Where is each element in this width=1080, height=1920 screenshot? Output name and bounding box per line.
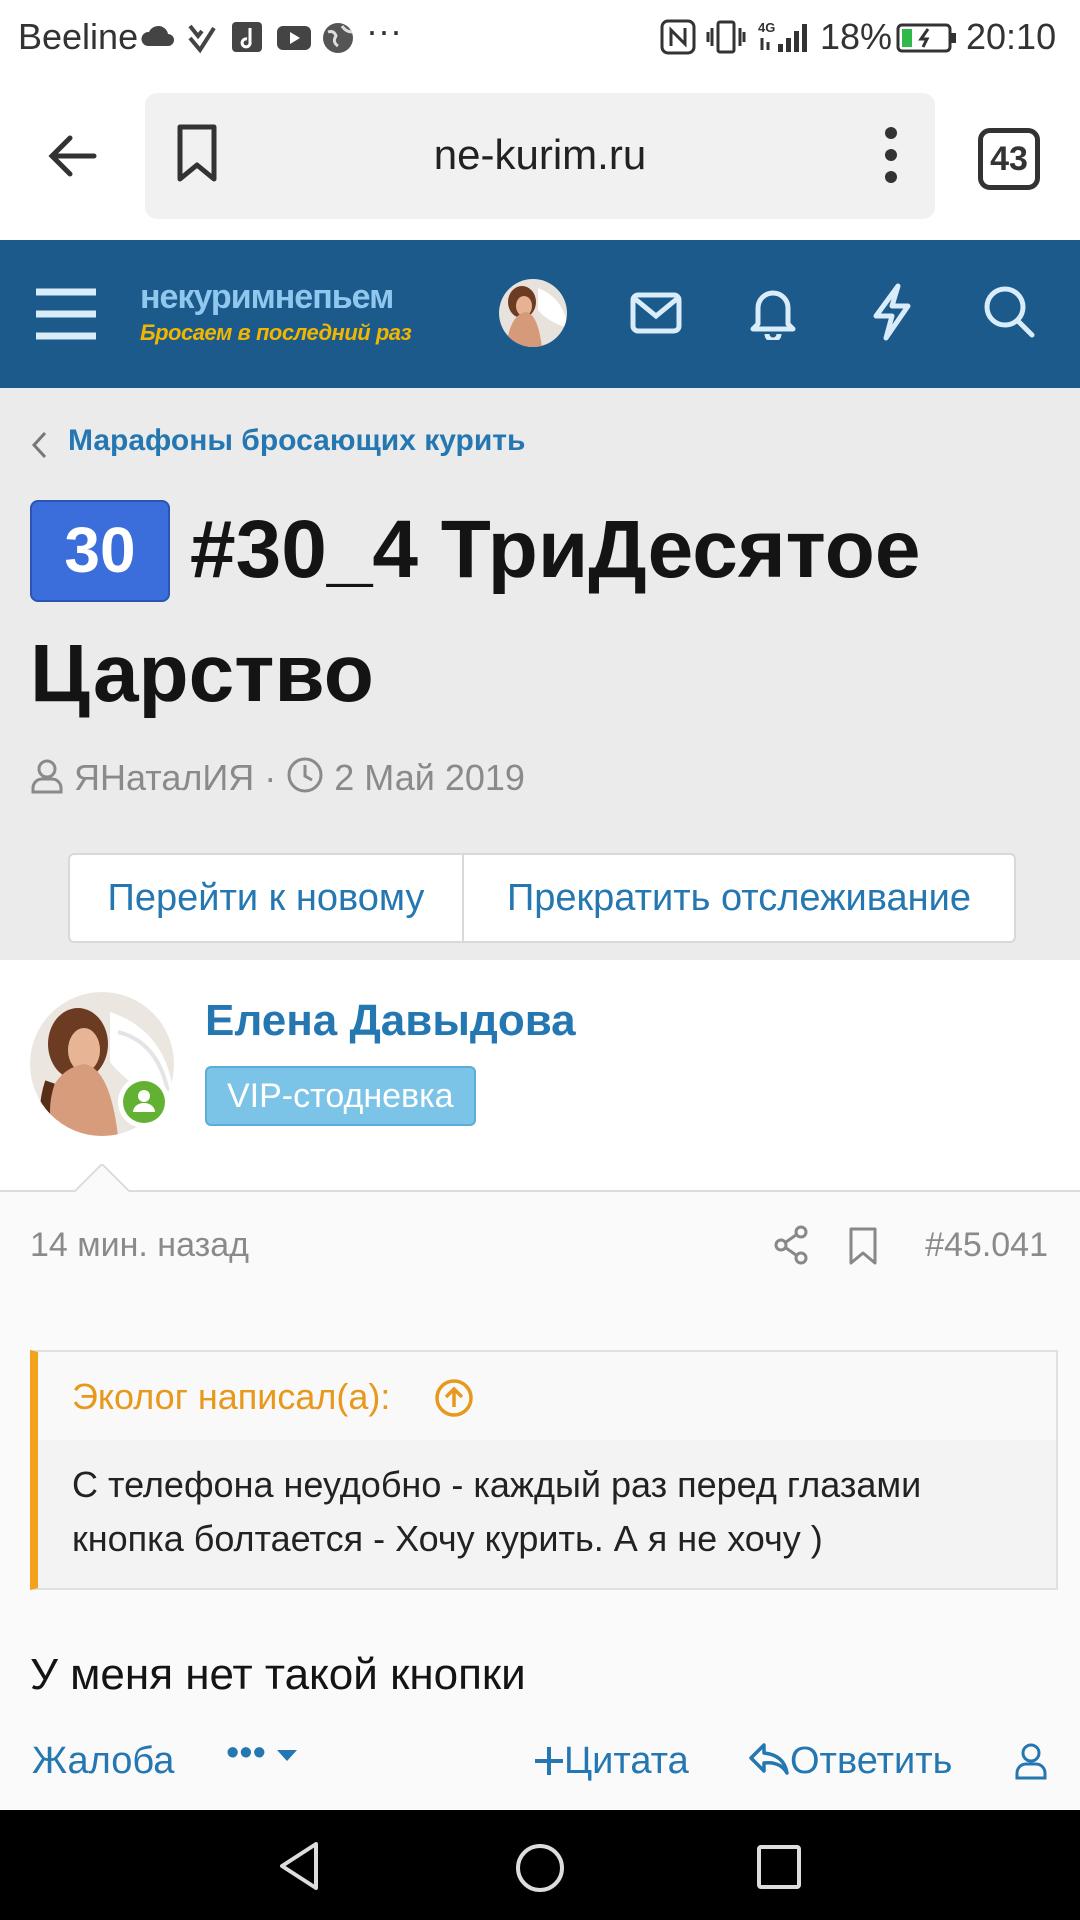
clock: 20:10 xyxy=(966,16,1057,57)
quote-text: С телефона неудобно - каждый раз перед г… xyxy=(72,1464,922,1559)
quote-author[interactable]: Эколог написал(а): xyxy=(72,1376,390,1418)
thread-prefix-badge[interactable]: 30 xyxy=(30,500,170,602)
report-link[interactable]: Жалоба xyxy=(32,1740,174,1783)
breadcrumb[interactable]: Марафоны бросающих курить xyxy=(68,424,525,458)
quote-button-label: Цитата xyxy=(564,1740,689,1782)
thread-header: Марафоны бросающих курить #30_4 ТриДесят… xyxy=(0,388,1080,960)
quote-header[interactable]: Эколог написал(а): xyxy=(38,1352,1056,1440)
menu-dots-icon[interactable] xyxy=(883,125,899,185)
go-to-new-button[interactable]: Перейти к новому xyxy=(70,855,464,941)
reply-button[interactable]: Ответить xyxy=(748,1740,952,1783)
post-body-text: У меня нет такой кнопки xyxy=(30,1650,526,1699)
post: Елена Давыдова VIP-стодневка 14 мин. наз… xyxy=(0,960,1080,1810)
nav-back-icon[interactable] xyxy=(276,1840,322,1892)
plus-icon xyxy=(535,1747,563,1775)
nav-recents-icon[interactable] xyxy=(756,1844,802,1890)
post-number[interactable]: #45.041 xyxy=(925,1226,1048,1265)
caret-down-icon xyxy=(277,1750,298,1761)
quote-button[interactable]: Цитата xyxy=(534,1740,689,1783)
search-icon[interactable] xyxy=(982,284,1036,340)
user-title-badge: VIP-стодневка xyxy=(205,1066,476,1126)
battery-percent: 18% xyxy=(820,16,893,57)
hamburger-menu-icon[interactable] xyxy=(34,286,98,342)
post-timestamp[interactable]: 14 мин. назад xyxy=(30,1226,249,1265)
cloud-icon xyxy=(141,25,174,46)
inbox-icon[interactable] xyxy=(630,292,682,334)
site-slogan: Бросаем в последний раз xyxy=(140,320,412,345)
meta-separator: · xyxy=(264,757,277,798)
thread-meta: ЯНаталИЯ · 2 Май 2019 xyxy=(30,756,525,799)
more-actions-button[interactable]: ••• xyxy=(226,1732,298,1775)
thread-date: 2 Май 2019 xyxy=(334,757,525,798)
svg-text:4G: 4G xyxy=(758,20,775,35)
more-notifications-icon: ··· xyxy=(366,10,402,51)
avatar[interactable] xyxy=(498,278,568,348)
reply-arrow-icon xyxy=(749,1743,789,1775)
user-block-arrow xyxy=(74,1164,130,1192)
youtube-icon xyxy=(277,26,311,50)
quote-block: Эколог написал(а): С телефона неудобно -… xyxy=(30,1350,1058,1590)
lightning-icon[interactable] xyxy=(870,282,914,342)
system-navigation-bar xyxy=(0,1810,1080,1920)
nfc-icon xyxy=(660,19,696,55)
arrow-up-circle-icon[interactable] xyxy=(434,1378,474,1418)
more-dots-icon: ••• xyxy=(226,1732,266,1774)
back-arrow-icon[interactable] xyxy=(44,128,100,184)
bookmark-icon[interactable] xyxy=(848,1226,878,1266)
check-play-icon xyxy=(188,24,216,54)
user-profile-icon[interactable] xyxy=(1014,1742,1048,1780)
clock-icon xyxy=(287,757,323,793)
online-status-icon xyxy=(118,1076,170,1128)
thread-author[interactable]: ЯНаталИЯ xyxy=(74,757,254,798)
chevron-left-icon xyxy=(31,431,47,459)
carrier-label: Beeline xyxy=(18,16,139,57)
music-icon xyxy=(232,22,262,52)
tab-switcher[interactable]: 43 xyxy=(978,128,1040,190)
share-icon[interactable] xyxy=(772,1224,810,1266)
battery-icon xyxy=(896,23,956,53)
site-logo[interactable]: некуримнепьем xyxy=(140,278,394,317)
status-bar: Beeline ··· 4G 18% 20:10 xyxy=(0,0,1080,76)
reply-button-label: Ответить xyxy=(790,1740,953,1782)
globe-icon xyxy=(323,23,353,53)
browser-toolbar: ne-kurim.ru 43 xyxy=(0,76,1080,240)
bell-icon[interactable] xyxy=(748,284,798,340)
address-bar[interactable]: ne-kurim.ru xyxy=(145,93,935,219)
thread-actions: Перейти к новому Прекратить отслеживание xyxy=(68,853,1016,943)
vibrate-icon xyxy=(706,20,746,54)
post-username[interactable]: Елена Давыдова xyxy=(205,996,576,1046)
post-user-block: Елена Давыдова VIP-стодневка xyxy=(0,960,1080,1192)
user-icon xyxy=(31,759,63,794)
unwatch-button[interactable]: Прекратить отслеживание xyxy=(464,855,1014,941)
nav-home-icon[interactable] xyxy=(514,1842,566,1894)
site-header: некуримнепьем Бросаем в последний раз xyxy=(0,240,1080,388)
signal-4g-icon: 4G xyxy=(758,20,807,52)
url-text[interactable]: ne-kurim.ru xyxy=(145,131,935,179)
page-title: #30_4 ТриДесятое Царство xyxy=(30,488,1040,736)
